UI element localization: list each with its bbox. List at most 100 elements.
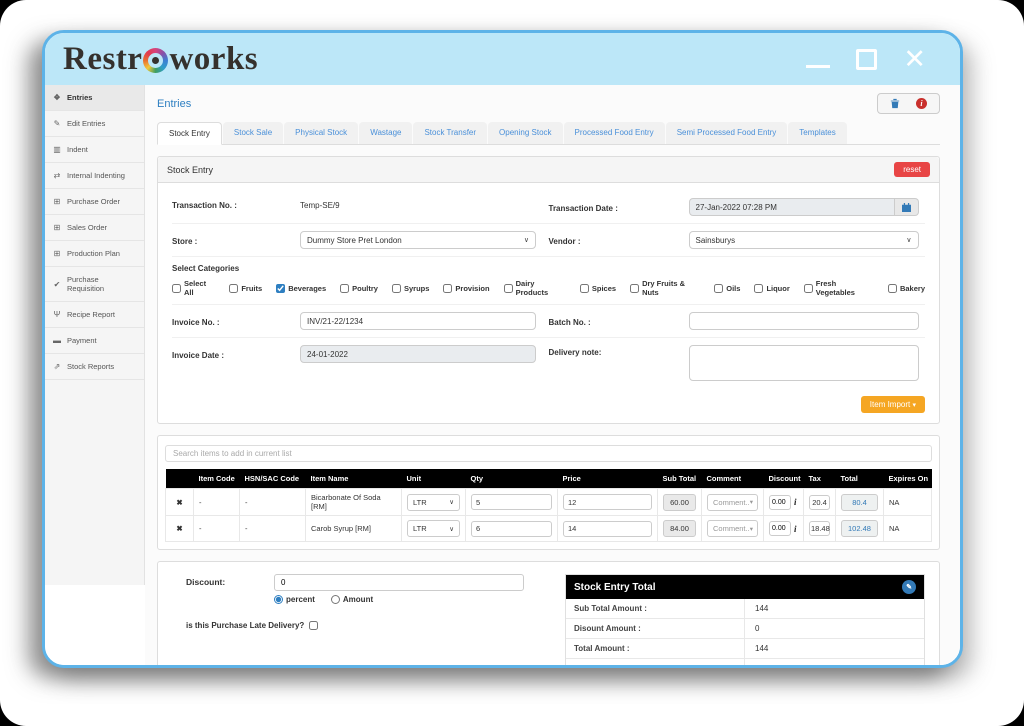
chevron-down-icon: ▾	[750, 498, 753, 506]
store-label: Store :	[172, 234, 300, 246]
checkbox[interactable]	[443, 284, 452, 293]
category-provision[interactable]: Provision	[443, 284, 489, 293]
checkbox[interactable]	[392, 284, 401, 293]
comment-select[interactable]: Comment..▾	[707, 520, 758, 537]
close-icon[interactable]: ✕	[903, 49, 926, 70]
category-dry-fruits-nuts[interactable]: Dry Fruits & Nuts	[630, 279, 700, 297]
tab-stock-transfer[interactable]: Stock Transfer	[413, 122, 487, 144]
col-sub-total: Sub Total	[658, 469, 702, 489]
batch-no-input[interactable]	[689, 312, 919, 330]
cart-icon: ⊞	[52, 249, 62, 258]
tab-processed-food-entry[interactable]: Processed Food Entry	[564, 122, 665, 144]
hsn-code-cell: -	[240, 489, 306, 516]
tab-templates[interactable]: Templates	[788, 122, 846, 144]
cart-icon: ⊞	[52, 197, 62, 206]
total-box: 102.48	[841, 520, 878, 537]
summary-panel: Discount: percent Amount is this Purchas…	[157, 561, 940, 668]
percent-radio[interactable]: percent	[274, 595, 315, 604]
price-input[interactable]	[563, 521, 652, 537]
sidebar-item-indent[interactable]: ▥ Indent	[45, 137, 144, 163]
stock-entry-form: Transaction No. : Temp-SE/9 Transaction …	[158, 183, 939, 423]
vendor-select[interactable]: Sainsburys ∨	[689, 231, 919, 249]
checkbox[interactable]	[754, 284, 763, 293]
checkbox[interactable]	[229, 284, 238, 293]
sidebar-item-payment[interactable]: ▬ Payment	[45, 328, 144, 354]
checkbox[interactable]	[580, 284, 589, 293]
qty-input[interactable]	[471, 521, 552, 537]
category-poultry[interactable]: Poultry	[340, 284, 378, 293]
category-spices[interactable]: Spices	[580, 284, 616, 293]
reset-button[interactable]: reset	[894, 162, 930, 177]
store-select[interactable]: Dummy Store Pret London ∨	[300, 231, 536, 249]
money-icon: ▬	[52, 336, 62, 345]
qty-input[interactable]	[471, 494, 552, 510]
category-beverages[interactable]: Beverages	[276, 284, 326, 293]
category-select-all[interactable]: Select All	[172, 279, 215, 297]
checkbox[interactable]	[630, 284, 639, 293]
category-oils[interactable]: Oils	[714, 284, 740, 293]
sidebar-item-stock-reports[interactable]: ⇗ Stock Reports	[45, 354, 144, 380]
sidebar-item-entries[interactable]: ❖ Entries	[45, 85, 144, 111]
sidebar-item-edit-entries[interactable]: ✎ Edit Entries	[45, 111, 144, 137]
sidebar-item-purchase-requisition[interactable]: ✔ Purchase Requisition	[45, 267, 144, 302]
calendar-button[interactable]	[895, 198, 919, 216]
stock-entry-panel: Stock Entry reset Transaction No. : Temp…	[157, 156, 940, 424]
category-syrups[interactable]: Syrups	[392, 284, 429, 293]
category-liquor[interactable]: Liquor	[754, 284, 789, 293]
sidebar-item-production-plan[interactable]: ⊞ Production Plan	[45, 241, 144, 267]
checkbox[interactable]	[504, 284, 513, 293]
sidebar-item-recipe-report[interactable]: Ψ Recipe Report	[45, 302, 144, 328]
comment-select[interactable]: Comment..▾	[707, 494, 758, 511]
delivery-note-label: Delivery note:	[549, 345, 689, 357]
tab-stock-sale[interactable]: Stock Sale	[223, 122, 283, 144]
edit-icon[interactable]: ✎	[902, 580, 916, 594]
delivery-note-textarea[interactable]	[689, 345, 919, 381]
item-import-button[interactable]: Item Import ▾	[861, 396, 925, 413]
sidebar-item-sales-order[interactable]: ⊞ Sales Order	[45, 215, 144, 241]
category-dairy-products[interactable]: Dairy Products	[504, 279, 566, 297]
checkbox[interactable]	[340, 284, 349, 293]
total-box: 80.4	[841, 494, 878, 511]
unit-select[interactable]: LTR∨	[407, 520, 460, 537]
amount-radio[interactable]: Amount	[331, 595, 373, 604]
chart-line-icon: ⇗	[52, 362, 62, 371]
checkbox[interactable]	[172, 284, 181, 293]
info-icon[interactable]: i	[916, 98, 927, 109]
minimize-icon[interactable]	[806, 65, 830, 68]
category-bakery[interactable]: Bakery	[888, 284, 925, 293]
tab-wastage[interactable]: Wastage	[359, 122, 412, 144]
cart-icon: ⊞	[52, 223, 62, 232]
discount-input[interactable]	[769, 495, 791, 510]
discount-input[interactable]	[769, 521, 791, 536]
checkbox[interactable]	[804, 284, 813, 293]
checkbox[interactable]	[714, 284, 723, 293]
brand-ring-icon	[143, 48, 168, 73]
sidebar-item-internal-indenting[interactable]: ⇄ Internal Indenting	[45, 163, 144, 189]
invoice-no-input[interactable]	[300, 312, 536, 330]
sidebar: ❖ Entries ✎ Edit Entries ▥ Indent ⇄ Inte…	[45, 85, 145, 585]
unit-select[interactable]: LTR∨	[407, 494, 460, 511]
checkbox[interactable]	[888, 284, 897, 293]
checkbox-checked[interactable]	[276, 284, 285, 293]
tab-physical-stock[interactable]: Physical Stock	[284, 122, 358, 144]
tab-semi-processed-food-entry[interactable]: Semi Processed Food Entry	[666, 122, 788, 144]
overall-discount-input[interactable]	[274, 574, 524, 591]
tab-stock-entry[interactable]: Stock Entry	[157, 122, 222, 145]
sidebar-item-purchase-order[interactable]: ⊞ Purchase Order	[45, 189, 144, 215]
edit-icon: ✎	[52, 119, 62, 128]
col-qty: Qty	[466, 469, 558, 489]
price-input[interactable]	[563, 494, 652, 510]
main-content: Entries i Stock Entry Stock Sale Physica…	[145, 85, 962, 668]
sub-total-box: 60.00	[663, 494, 696, 511]
item-code-cell: -	[194, 489, 240, 516]
search-input[interactable]	[165, 445, 932, 462]
category-fresh-vegetables[interactable]: Fresh Vegetables	[804, 279, 874, 297]
utensils-icon: Ψ	[52, 310, 62, 319]
trash-icon[interactable]	[890, 98, 900, 109]
late-delivery-checkbox[interactable]	[309, 621, 318, 630]
maximize-icon[interactable]	[856, 49, 877, 70]
tab-opening-stock[interactable]: Opening Stock	[488, 122, 562, 144]
category-fruits[interactable]: Fruits	[229, 284, 262, 293]
delete-row-icon[interactable]: ✖	[166, 516, 194, 542]
delete-row-icon[interactable]: ✖	[166, 489, 194, 516]
